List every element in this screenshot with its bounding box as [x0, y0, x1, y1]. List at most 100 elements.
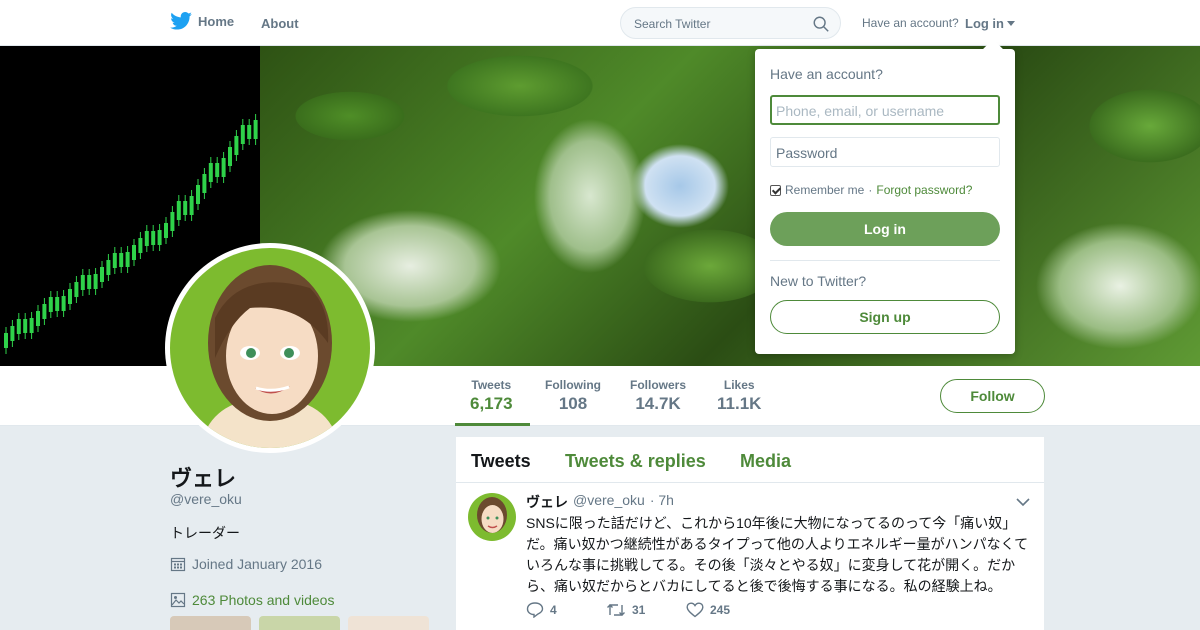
- candle-body: [228, 147, 232, 166]
- media-thumbnail[interactable]: [259, 616, 340, 630]
- follow-button[interactable]: Follow: [940, 379, 1045, 413]
- active-stat-underline: [455, 423, 530, 426]
- media-thumbnail[interactable]: [170, 616, 251, 630]
- candle-body: [16, 319, 21, 334]
- heart-icon: [686, 602, 704, 618]
- stat-following[interactable]: Following 108: [545, 378, 601, 414]
- candle-body: [202, 174, 207, 193]
- stat-followers[interactable]: Followers 14.7K: [630, 378, 686, 414]
- candle-body: [36, 311, 40, 326]
- stat-label: Likes: [723, 378, 755, 392]
- stat-label: Following: [545, 378, 601, 392]
- nav-home-label: Home: [198, 13, 235, 29]
- candle-body: [170, 212, 175, 231]
- dropdown-divider: [770, 260, 1000, 261]
- search-placeholder: Search Twitter: [634, 17, 711, 31]
- tweet-header: ヴェレ @vere_oku · 7h: [526, 492, 674, 512]
- twitter-bird-icon: [170, 12, 192, 30]
- candle-body: [106, 260, 111, 275]
- tab-tweets[interactable]: Tweets: [471, 451, 531, 472]
- timeline: Tweets Tweets & replies Media ヴェレ @vere_…: [456, 437, 1044, 630]
- top-navigation-bar: Home About Search Twitter Have an accoun…: [0, 0, 1200, 46]
- candle-body: [100, 267, 104, 282]
- candle-body: [221, 158, 226, 177]
- reply-action[interactable]: 4: [526, 602, 606, 618]
- candle-body: [29, 318, 34, 333]
- candle-body: [10, 326, 15, 341]
- search-input[interactable]: Search Twitter: [620, 7, 841, 39]
- stat-value: 108: [558, 394, 588, 413]
- candle-body: [112, 253, 117, 268]
- reply-count: 4: [550, 603, 557, 617]
- nav-home-link[interactable]: Home: [170, 12, 234, 30]
- like-action[interactable]: 245: [686, 602, 766, 618]
- candle-body: [80, 275, 85, 290]
- candle-body: [215, 163, 220, 177]
- profile-name[interactable]: ヴェレ: [170, 461, 236, 493]
- caret-down-icon: [1007, 20, 1015, 26]
- stat-value: 11.1K: [717, 394, 762, 413]
- nav-about-link[interactable]: About: [261, 16, 299, 31]
- tweet-text: SNSに限った話だけど、これから10年後に大物になってるのって今「痛い奴」だ。痛…: [526, 515, 1029, 594]
- login-dropdown: Have an account? Phone, email, or userna…: [755, 39, 1015, 354]
- remember-me-label[interactable]: Remember me: [785, 183, 864, 197]
- candle-body: [125, 252, 130, 267]
- like-count: 245: [710, 603, 731, 617]
- login-button[interactable]: Log in: [770, 212, 1000, 246]
- candle-body: [208, 163, 213, 182]
- candle-body: [61, 296, 66, 311]
- photos-videos-link[interactable]: 263 Photos and videos: [170, 592, 334, 608]
- profile-handle[interactable]: @vere_oku: [170, 491, 242, 507]
- profile-avatar[interactable]: [165, 243, 375, 453]
- candle-body: [74, 282, 79, 297]
- password-field[interactable]: Password: [770, 137, 1000, 167]
- joined-date: Joined January 2016: [192, 556, 322, 572]
- tweet-handle[interactable]: @vere_oku: [573, 492, 645, 512]
- stat-value: 14.7K: [635, 394, 681, 413]
- signup-button[interactable]: Sign up: [770, 300, 1000, 334]
- username-field[interactable]: Phone, email, or username: [770, 95, 1000, 125]
- stat-label: Tweets: [471, 378, 512, 392]
- candle-body: [253, 120, 258, 139]
- tab-media[interactable]: Media: [740, 451, 791, 472]
- tab-tweets-and-replies[interactable]: Tweets & replies: [565, 451, 706, 472]
- leaves-photo: [260, 46, 1200, 366]
- profile-joined-row: Joined January 2016: [170, 556, 322, 572]
- candle-body: [23, 319, 28, 333]
- stat-tweets[interactable]: Tweets 6,173: [470, 378, 513, 414]
- candle-body: [164, 223, 168, 238]
- media-thumbnail[interactable]: [348, 616, 429, 630]
- tweet-avatar[interactable]: [468, 493, 516, 541]
- chevron-down-icon[interactable]: [1016, 495, 1030, 509]
- search-icon[interactable]: [812, 15, 830, 33]
- candle-body: [42, 304, 47, 319]
- stat-value: 6,173: [470, 394, 513, 413]
- calendar-icon: [170, 557, 186, 572]
- tweet-author[interactable]: ヴェレ: [526, 492, 568, 512]
- candle-body: [68, 289, 72, 304]
- profile-bio: トレーダー: [170, 525, 240, 541]
- candle-body: [93, 274, 98, 289]
- retweet-count: 31: [632, 603, 646, 617]
- candle-body: [132, 245, 136, 260]
- stat-label: Followers: [630, 378, 687, 392]
- candle-body: [234, 136, 239, 155]
- retweet-action[interactable]: 31: [606, 602, 686, 618]
- candle-body: [157, 230, 162, 245]
- candle-body: [196, 185, 200, 204]
- avatar-illustration: [170, 248, 370, 448]
- stat-likes[interactable]: Likes 11.1K: [717, 378, 761, 414]
- login-dropdown-title: Have an account?: [770, 66, 883, 82]
- candle-body: [4, 333, 8, 348]
- tweet-timestamp[interactable]: · 7h: [650, 492, 674, 512]
- separator-dot: ·: [868, 183, 873, 197]
- login-dropdown-toggle[interactable]: Log in: [965, 16, 1015, 31]
- photo-icon: [170, 592, 186, 608]
- candle-body: [48, 297, 53, 312]
- forgot-password-link[interactable]: Forgot password?: [876, 183, 972, 197]
- remember-me-row: Remember me · Forgot password?: [770, 183, 972, 197]
- remember-me-checkbox[interactable]: [770, 184, 781, 196]
- timeline-tabs: Tweets Tweets & replies Media: [456, 437, 1044, 483]
- candle-body: [240, 125, 245, 144]
- reply-icon: [526, 602, 544, 618]
